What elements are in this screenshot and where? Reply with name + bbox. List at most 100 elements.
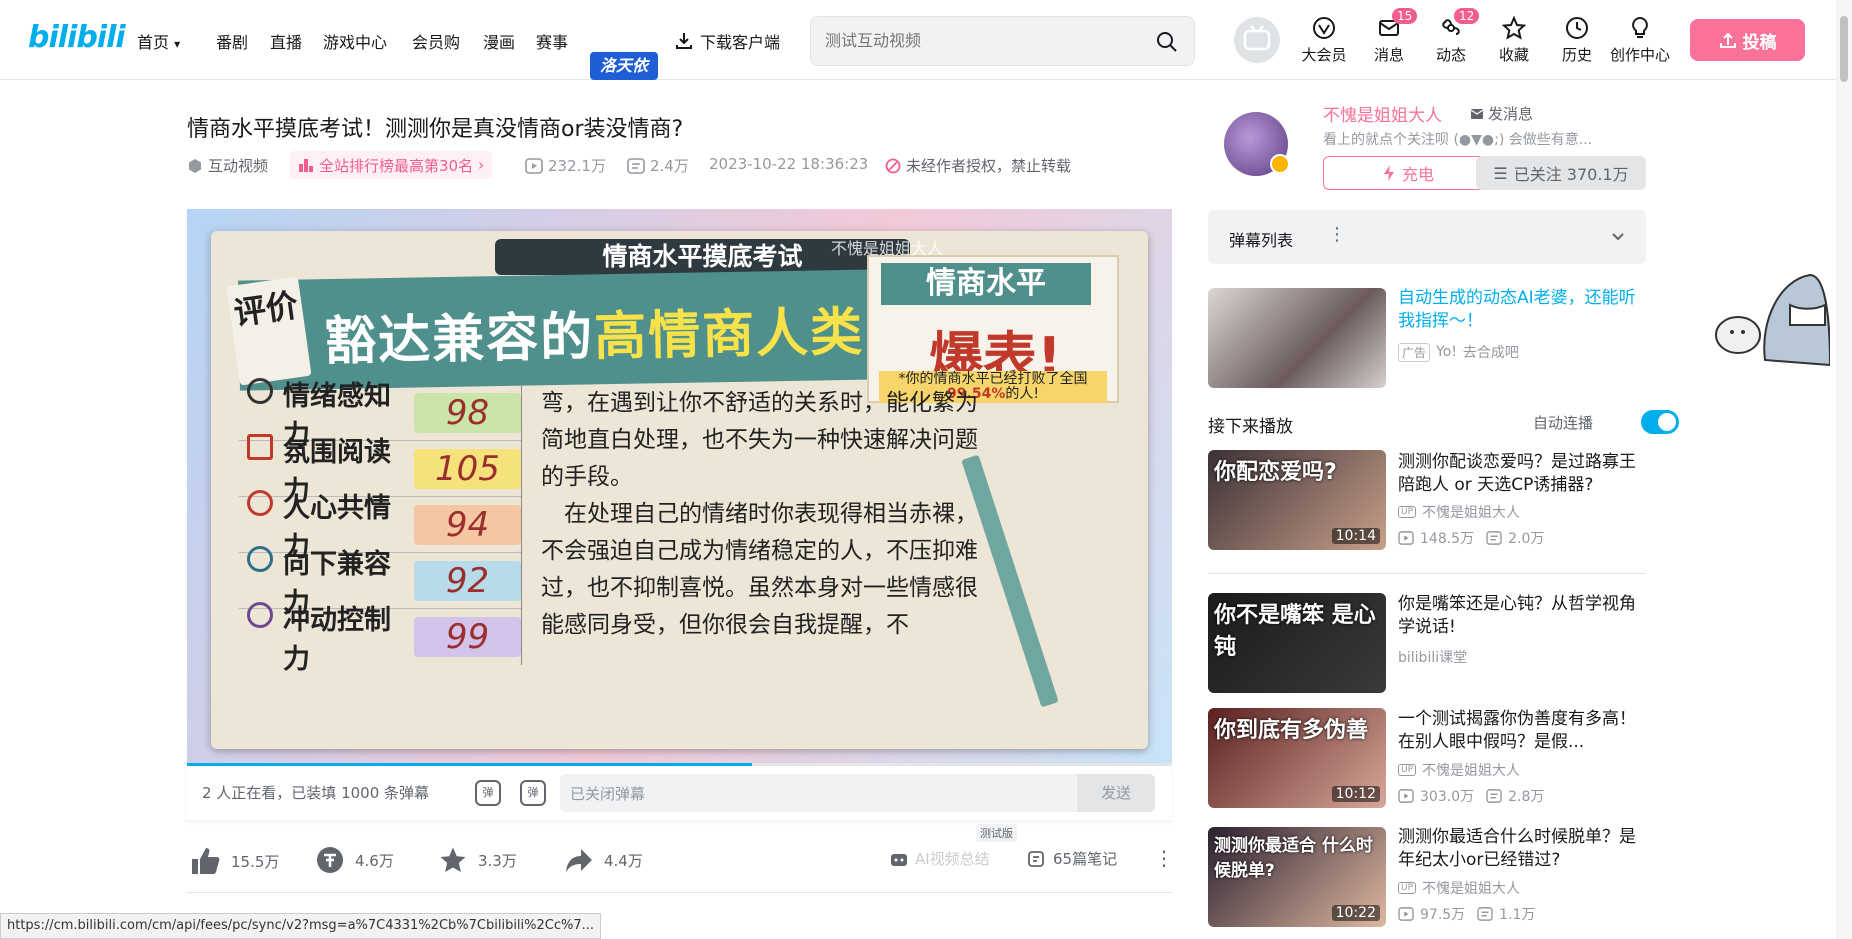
rec-uploader[interactable]: UP 不愧是姐姐大人 [1398,878,1520,898]
tv-avatar-icon [1243,25,1271,51]
frame-watermark: 不愧是姐姐大人 [831,239,944,258]
ad-cta[interactable]: 去合成吧 [1463,342,1519,362]
notes-button[interactable]: 65篇笔记 [1027,848,1117,869]
share-button[interactable]: 4.4万 [564,845,643,875]
header-dynamic[interactable]: 12 动态 [1423,8,1480,65]
cube-icon [189,158,201,173]
send-button[interactable]: 发送 [1077,774,1155,812]
more-icon[interactable]: ⋮ [1154,846,1174,870]
rec-title[interactable]: 一个测试揭露你伪善度有多高！在别人眼中假吗？是假... [1398,708,1648,754]
heart-icon [247,489,273,516]
ad-source: Yo! [1436,344,1457,360]
bilibili-logo[interactable]: bilibili [28,20,126,55]
nav-home[interactable]: 首页 ▾ [137,29,180,53]
frame-headline: 豁达兼容的高情商人类 [323,290,865,374]
frame-paragraph-2: 在处理自己的情绪时你表现得相当赤裸，不会强迫自己成为情绪稳定的人，不压抑难过，也… [541,501,978,638]
rank-badge[interactable]: 全站排行榜最高第30名 › [290,151,493,179]
rec-duration: 10:22 [1331,905,1380,921]
more-vertical-icon[interactable]: ⋮ [1328,224,1346,245]
rec-thumbnail[interactable]: 你到底有多伪善 10:12 [1208,708,1386,808]
charge-button[interactable]: 充电 [1323,156,1493,190]
follow-label: 已关注 370.1万 [1513,165,1629,184]
send-message-label: 发消息 [1488,105,1534,123]
rec-title[interactable]: 测测你配谈恋爱吗？是过路寡王陪跑人 or 天选CP诱捕器? [1398,451,1648,497]
user-avatar[interactable] [1234,17,1280,63]
search-input[interactable] [825,29,1145,55]
up-tag-icon: UP [1398,764,1417,776]
ai-summary-label: AI视频总结 [915,850,990,868]
rec-uploader-name: 不愧是姐姐大人 [1422,505,1521,521]
chevron-down-icon: ▾ [174,37,181,51]
headline-highlight: 高情商人类 [593,302,865,368]
rec-title[interactable]: 测测你最适合什么时候脱单？是年纪太小or已经错过? [1398,826,1648,872]
stat-value: 94 [414,504,521,545]
nav-esports[interactable]: 赛事 [536,29,568,53]
danmaku-list-panel[interactable]: 弹幕列表 ⋮ [1208,210,1646,264]
like-button[interactable]: 15.5万 [189,845,279,877]
play-icon [1398,907,1414,921]
rec-thumbnail[interactable]: 你配恋爱吗? 10:14 [1208,450,1386,550]
stat-value: 92 [414,560,521,601]
video-player[interactable]: 情商水平摸底考试 豁达兼容的高情商人类 评价 情商水平 爆表! *你的情商水平已… [187,209,1172,764]
ad-thumbnail[interactable] [1208,288,1386,388]
rec-thumbnail[interactable]: 测测你最适合 什么时候脱单? 10:22 [1208,827,1386,927]
nav-mall[interactable]: 会员购 [412,29,460,53]
rec-duration: 10:12 [1331,786,1380,802]
danmaku-input[interactable]: 已关闭弹幕 发送 [560,774,1155,812]
header-creator-center[interactable]: 创作中心 [1604,16,1676,65]
danmaku-settings-icon[interactable]: 弹 [520,780,546,806]
search-box [810,16,1195,66]
nav-manga[interactable]: 漫画 [483,29,515,53]
frame-divider [521,385,522,665]
creator-center-label: 创作中心 [1609,46,1670,64]
download-client-link[interactable]: 下载客户端 [674,29,780,53]
star-icon [440,847,466,872]
nav-bangumi[interactable]: 番剧 [216,29,248,53]
share-icon [566,849,592,872]
up-tag-icon: UP [1398,882,1417,894]
rec-uploader[interactable]: UP 不愧是姐姐大人 [1398,502,1520,522]
coin-icon [317,847,343,873]
verified-icon [1270,154,1290,174]
scrollbar-thumb[interactable] [1840,16,1848,82]
rec-uploader[interactable]: bilibili课堂 [1398,647,1467,667]
dynamic-label: 动态 [1435,46,1466,64]
header-messages[interactable]: 15 消息 [1361,8,1418,65]
header-history[interactable]: 历史 [1549,16,1605,65]
stat-row: 冲动控制力 99 [239,602,521,675]
autoplay-toggle[interactable] [1641,410,1679,434]
rec-thumbnail-caption: 你配恋爱吗? [1214,460,1337,485]
danmaku-toggle-icon[interactable]: 弹 [475,780,501,806]
dynamic-badge: 12 [1454,8,1480,24]
follow-button[interactable]: ☰ 已关注 370.1万 [1476,156,1646,190]
rec-thumbnail[interactable]: 你不是嘴笨 是心钝 [1208,593,1386,693]
page-scrollbar[interactable] [1836,0,1852,939]
search-icon[interactable] [1156,31,1178,53]
uploader-avatar[interactable] [1224,112,1290,176]
thumbs-up-icon [192,848,220,874]
favorite-button[interactable]: 3.3万 [438,845,517,875]
video-type-label: 互动视频 [208,157,269,175]
send-message-link[interactable]: 发消息 [1470,103,1533,124]
rec-uploader[interactable]: UP 不愧是姐姐大人 [1398,760,1520,780]
uploader-name[interactable]: 不愧是姐姐大人 [1323,101,1442,126]
rec-title[interactable]: 你是嘴笨还是心钝？从哲学视角学说话! [1398,593,1648,639]
ai-summary-button[interactable]: AI视频总结 [889,848,990,869]
rec-stats: 97.5万 1.1万 [1398,904,1535,924]
stat-label-text: 冲动控制力 [283,605,391,675]
messages-label: 消息 [1373,46,1404,64]
watching-count: 2 人正在看，已装填 1000 条弹幕 [202,784,430,802]
coin-button[interactable]: 4.6万 [315,845,394,875]
nav-live[interactable]: 直播 [270,29,302,53]
stat-value: 99 [414,617,521,657]
star-icon [1502,16,1526,40]
rec-thumbnail-caption: 你到底有多伪善 [1214,718,1369,743]
event-tag[interactable]: 洛天依 [590,52,658,80]
nav-game-center[interactable]: 游戏中心 [323,29,387,53]
vip-icon [1313,17,1335,39]
upload-button[interactable]: 投稿 [1690,19,1805,61]
header-vip[interactable]: 大会员 [1296,16,1352,65]
header-favorites[interactable]: 收藏 [1486,16,1542,65]
beta-badge: 测试版 [976,824,1017,842]
ad-title[interactable]: 自动生成的动态AI老婆，还能听我指挥～！ [1398,287,1648,333]
